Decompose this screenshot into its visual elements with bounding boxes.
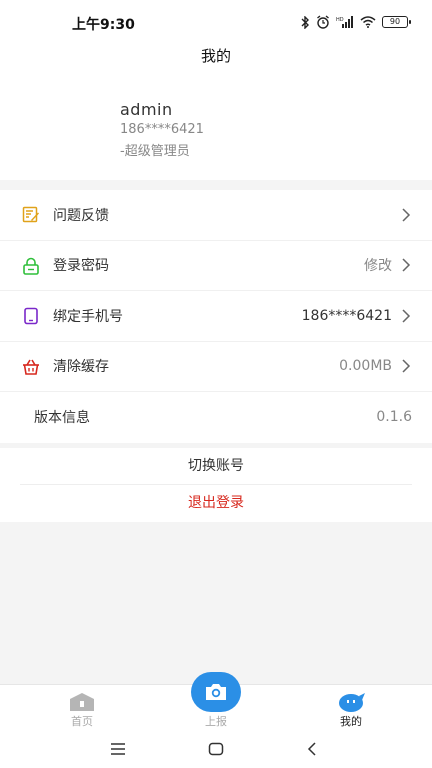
home-icon — [70, 693, 94, 711]
account-actions: 切换账号 退出登录 — [0, 448, 432, 522]
battery-icon: 90 — [382, 16, 411, 28]
svg-text:HD: HD — [336, 17, 344, 23]
profile-card: admin 186****6421 -超级管理员 — [0, 70, 432, 180]
wifi-icon — [360, 16, 376, 28]
chevron-right-icon — [402, 208, 411, 222]
camera-icon — [206, 684, 226, 700]
menu-value: 186****6421 — [301, 307, 392, 324]
settings-menu: 问题反馈 登录密码 修改 绑定手机号 186****6421 清除缓存 0.00… — [0, 190, 432, 443]
tab-report[interactable]: 上报 — [156, 672, 276, 733]
home-button-icon[interactable] — [208, 742, 224, 756]
profile-name: admin — [120, 100, 173, 119]
tab-label: 我的 — [340, 715, 362, 728]
menu-item-clear-cache[interactable]: 清除缓存 0.00MB — [0, 342, 432, 392]
chevron-right-icon — [402, 258, 411, 272]
menu-icon[interactable] — [110, 742, 126, 756]
page-title: 我的 — [0, 44, 432, 70]
menu-label: 登录密码 — [53, 258, 109, 275]
profile-role: -超级管理员 — [120, 144, 190, 159]
bluetooth-icon — [301, 15, 309, 29]
tab-label: 上报 — [205, 715, 227, 728]
menu-item-version: 版本信息 0.1.6 — [0, 392, 432, 443]
basket-icon — [23, 359, 39, 375]
profile-phone: 186****6421 — [120, 122, 204, 137]
alarm-icon — [317, 15, 329, 29]
tab-label: 首页 — [71, 715, 93, 728]
tab-home[interactable]: 首页 — [22, 685, 142, 733]
switch-account-button[interactable]: 切换账号 — [20, 448, 412, 485]
menu-value: 0.00MB — [339, 358, 392, 375]
menu-label: 清除缓存 — [53, 359, 109, 376]
menu-item-feedback[interactable]: 问题反馈 — [0, 190, 432, 241]
lock-icon — [23, 257, 39, 275]
status-time: 上午9:30 — [72, 17, 135, 33]
feedback-edit-icon — [22, 206, 39, 223]
back-icon[interactable] — [306, 742, 318, 756]
phone-icon — [24, 307, 38, 325]
chevron-right-icon — [402, 359, 411, 373]
status-bar: 上午9:30 HD 90 — [0, 0, 432, 44]
logout-button[interactable]: 退出登录 — [0, 485, 432, 522]
chevron-right-icon — [402, 309, 411, 323]
menu-label: 问题反馈 — [53, 207, 109, 224]
version-value: 0.1.6 — [376, 409, 412, 426]
bottom-tabbar: 首页 上报 我的 — [0, 672, 432, 733]
menu-item-login-password[interactable]: 登录密码 修改 — [0, 241, 432, 291]
chat-bubble-icon — [339, 693, 365, 712]
signal-icon: HD — [336, 16, 353, 28]
tab-mine[interactable]: 我的 — [291, 685, 411, 733]
menu-value: 修改 — [364, 258, 392, 275]
report-button[interactable] — [191, 672, 241, 712]
menu-label: 版本信息 — [34, 410, 90, 427]
status-icons: HD 90 — [300, 15, 411, 29]
menu-label: 绑定手机号 — [53, 308, 123, 325]
menu-item-bind-phone[interactable]: 绑定手机号 186****6421 — [0, 291, 432, 342]
system-nav-bar — [0, 732, 432, 768]
